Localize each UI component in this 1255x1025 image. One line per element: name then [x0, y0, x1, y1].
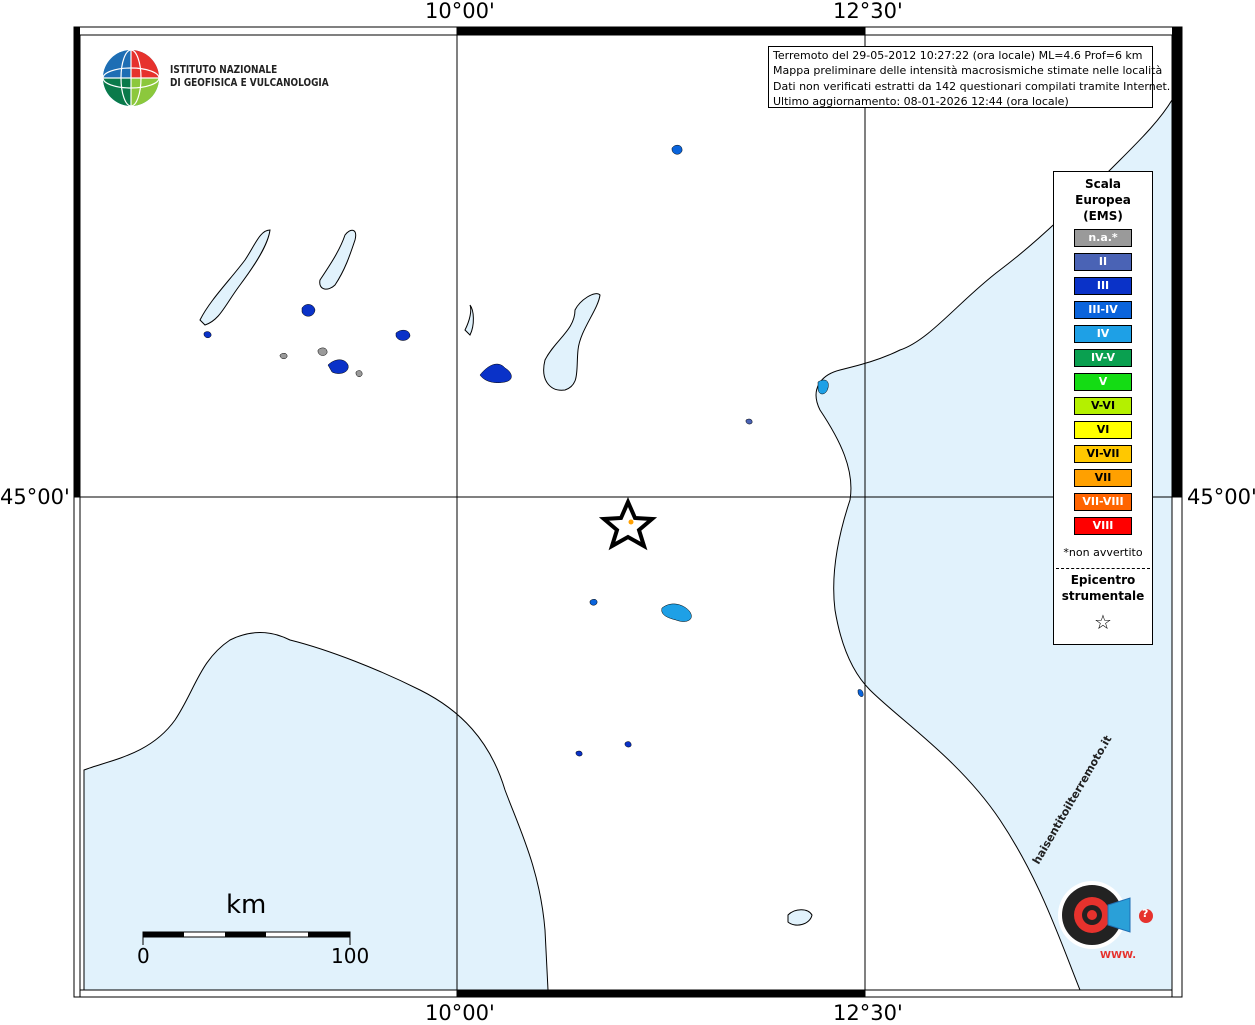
legend-note: *non avvertito — [1063, 546, 1143, 559]
legend-separator — [1056, 568, 1150, 569]
grid-label-bottom-left: 10°00' — [425, 1001, 495, 1025]
legend-swatch: n.a.* — [1074, 229, 1132, 247]
legend-swatch: VII — [1074, 469, 1132, 487]
scale-max: 100 — [331, 944, 370, 968]
scale-unit: km — [226, 890, 267, 920]
legend-swatch: II — [1074, 253, 1132, 271]
institute-name: ISTITUTO NAZIONALE DI GEOFISICA E VULCAN… — [170, 64, 329, 90]
grid-label-top-left: 10°00' — [425, 0, 495, 23]
grid-label-left: 45°00' — [0, 485, 70, 509]
legend-title-line1: Scala — [1084, 177, 1122, 191]
info-line4: Ultimo aggiornamento: 08-01-2026 12:44 (… — [773, 94, 1069, 108]
ingv-logo-icon — [102, 49, 160, 107]
legend-title-line2: Europea — [1075, 193, 1131, 207]
legend-swatch: VIII — [1074, 517, 1132, 535]
legend-swatch: III — [1074, 277, 1132, 295]
institute-name-line2: DI GEOFISICA E VULCANOLOGIA — [170, 77, 329, 89]
legend-epicenter-label: Epicentro strumentale — [1054, 572, 1152, 604]
legend-swatch: VII-VIII — [1074, 493, 1132, 511]
info-box: Terremoto del 29-05-2012 10:27:22 (ora l… — [768, 46, 1171, 108]
legend-swatch: VI — [1074, 421, 1132, 439]
legend-epicenter-line1: Epicentro — [1070, 573, 1136, 587]
legend-title: Scala Europea (EMS) — [1054, 176, 1152, 224]
scale-min: 0 — [137, 944, 150, 968]
legend-star-icon: ☆ — [1094, 610, 1112, 634]
legend-epicenter-line2: strumentale — [1061, 589, 1145, 603]
watermark-mark: ? — [1142, 907, 1149, 920]
legend-title-line3: (EMS) — [1083, 209, 1123, 223]
grid-label-right: 45°00' — [1187, 485, 1255, 509]
info-line1: Terremoto del 29-05-2012 10:27:22 (ora l… — [773, 49, 1143, 62]
legend-swatch: IV-V — [1074, 349, 1132, 367]
legend-swatch: VI-VII — [1074, 445, 1132, 463]
legend-swatch: III-IV — [1074, 301, 1132, 319]
info-line3: Dati non verificati estratti da 142 ques… — [773, 79, 1171, 93]
info-line2: Mappa preliminare delle intensità macros… — [773, 64, 1163, 78]
watermark-url: WWW. — [1100, 950, 1137, 961]
legend: Scala Europea (EMS) n.a.* II III III-IV IV IV… — [1053, 171, 1153, 645]
institute-name-line1: ISTITUTO NAZIONALE — [170, 64, 278, 76]
grid-label-top-right: 12°30' — [833, 0, 903, 23]
legend-swatch: V-VI — [1074, 397, 1132, 415]
legend-swatch: V — [1074, 373, 1132, 391]
grid-label-bottom-right: 12°30' — [833, 1001, 903, 1025]
legend-swatch: IV — [1074, 325, 1132, 343]
